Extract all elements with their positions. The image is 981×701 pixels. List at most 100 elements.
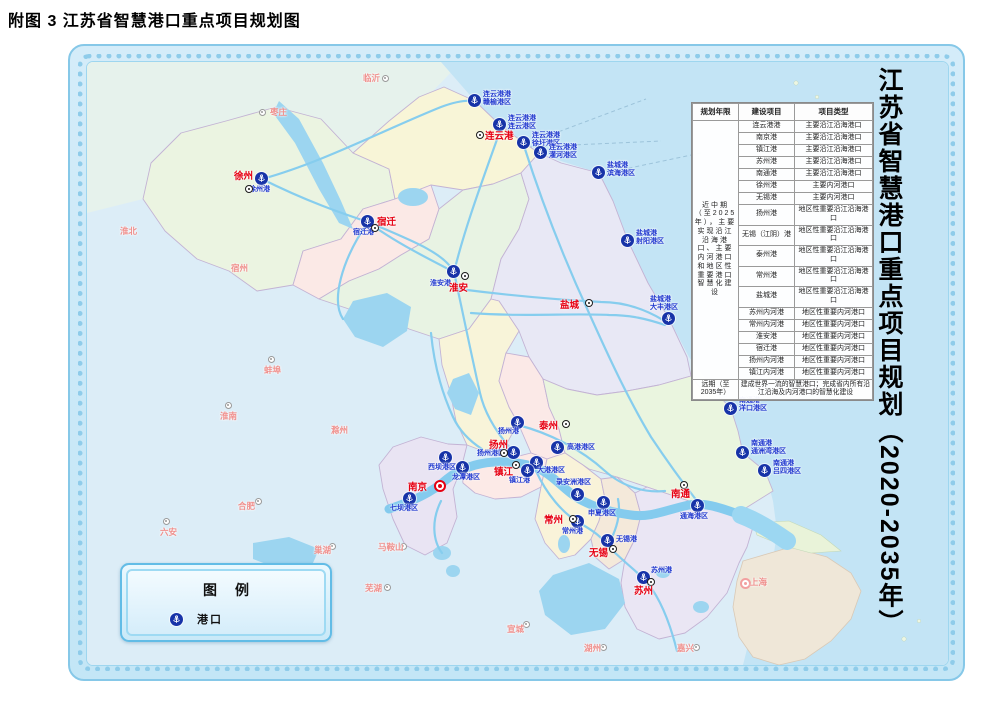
city-label: 滁州 bbox=[331, 424, 348, 436]
city-label: 蚌埠 bbox=[264, 364, 281, 376]
project-type-cell: 主要沿江沿海港口 bbox=[795, 145, 873, 157]
anchor-icon bbox=[170, 613, 183, 626]
city-label: 泰州 bbox=[539, 418, 558, 432]
city-label: 无锡 bbox=[589, 545, 608, 559]
project-type-cell: 主要沿江沿海港口 bbox=[795, 169, 873, 181]
city-label: 临沂 bbox=[363, 72, 380, 84]
project-name-cell: 镇江内河港 bbox=[739, 367, 795, 379]
project-name-cell: 常州港 bbox=[739, 266, 795, 287]
project-type-cell: 地区性重要内河港口 bbox=[795, 331, 873, 343]
plan-table-body: 近中期（至2025年），主要实现沿江沿海港口、主要内河港口和地区性重要港口智慧化… bbox=[693, 121, 873, 380]
city-marker bbox=[585, 299, 593, 307]
legend-item-label: 港口 bbox=[197, 611, 223, 627]
city-label: 枣庄 bbox=[270, 106, 287, 118]
city-marker bbox=[225, 402, 232, 409]
project-name-cell: 淮安港 bbox=[739, 331, 795, 343]
city-label: 湖州 bbox=[584, 642, 601, 654]
project-type-cell: 地区性重要沿江沿海港口 bbox=[795, 225, 873, 246]
long-term-label-cell: 远期（至2035年） bbox=[693, 379, 739, 400]
project-type-cell: 主要沿江沿海港口 bbox=[795, 121, 873, 133]
city-marker bbox=[255, 498, 262, 505]
header-project-type: 项目类型 bbox=[795, 104, 873, 121]
project-type-cell: 地区性重要内河港口 bbox=[795, 319, 873, 331]
project-type-cell: 地区性重要内河港口 bbox=[795, 367, 873, 379]
city-label: 淮安 bbox=[449, 280, 468, 294]
project-name-cell: 徐州港 bbox=[739, 181, 795, 193]
city-label: 宣城 bbox=[507, 623, 524, 635]
city-label: 嘉兴 bbox=[677, 642, 694, 654]
project-name-cell: 扬州港 bbox=[739, 205, 795, 226]
city-label: 六安 bbox=[160, 526, 177, 538]
map-vertical-title: 江苏省智慧港口重点项目规划（2020-2035年） bbox=[874, 67, 904, 653]
project-name-cell: 苏州内河港 bbox=[739, 307, 795, 319]
table-row: 近中期（至2025年），主要实现沿江沿海港口、主要内河港口和地区性重要港口智慧化… bbox=[693, 121, 873, 133]
city-label: 淮北 bbox=[120, 225, 137, 237]
project-type-cell: 地区性重要沿江沿海港口 bbox=[795, 205, 873, 226]
project-type-cell: 主要沿江沿海港口 bbox=[795, 133, 873, 145]
project-name-cell: 南通港 bbox=[739, 169, 795, 181]
city-label: 镇江 bbox=[494, 464, 513, 478]
project-name-cell: 扬州内河港 bbox=[739, 355, 795, 367]
project-name-cell: 连云港港 bbox=[739, 121, 795, 133]
project-name-cell: 苏州港 bbox=[739, 157, 795, 169]
city-label: 上海 bbox=[750, 576, 767, 588]
city-label: 宿州 bbox=[231, 262, 248, 274]
city-label: 连云港 bbox=[485, 128, 514, 142]
city-marker bbox=[268, 356, 275, 363]
planning-map-page: 附图 3 江苏省智慧港口重点项目规划图 bbox=[0, 0, 981, 701]
project-name-cell: 常州内河港 bbox=[739, 319, 795, 331]
city-marker bbox=[384, 584, 391, 591]
city-label: 合肥 bbox=[238, 500, 255, 512]
project-type-cell: 地区性重要内河港口 bbox=[795, 307, 873, 319]
legend-panel: 图例 港口 bbox=[126, 569, 326, 636]
city-marker bbox=[600, 644, 607, 651]
city-marker bbox=[569, 515, 577, 523]
city-marker bbox=[476, 131, 484, 139]
legend-item-port: 港口 bbox=[170, 611, 324, 627]
project-name-cell: 镇江港 bbox=[739, 145, 795, 157]
project-type-cell: 地区性重要内河港口 bbox=[795, 355, 873, 367]
city-label: 马鞍山 bbox=[378, 541, 404, 553]
city-marker bbox=[163, 518, 170, 525]
project-type-cell: 地区性重要沿江沿海港口 bbox=[795, 287, 873, 308]
city-label: 苏州 bbox=[634, 583, 653, 597]
city-marker bbox=[434, 480, 446, 492]
city-marker bbox=[245, 185, 253, 193]
near-term-cell: 近中期（至2025年），主要实现沿江沿海港口、主要内河港口和地区性重要港口智慧化… bbox=[693, 121, 739, 380]
city-marker bbox=[562, 420, 570, 428]
city-label: 常州 bbox=[544, 512, 563, 526]
plan-table: 规划年限 建设项目 项目类型 近中期（至2025年），主要实现沿江沿海港口、主要… bbox=[692, 103, 873, 400]
long-term-text-cell: 建成世界一流的智慧港口；完成省内所有沿江沿海及内河港口的智慧化建设 bbox=[739, 379, 873, 400]
project-name-cell: 无锡（江阴）港 bbox=[739, 225, 795, 246]
project-type-cell: 主要内河港口 bbox=[795, 193, 873, 205]
city-marker bbox=[382, 75, 389, 82]
city-label: 宿迁 bbox=[377, 214, 396, 228]
project-type-cell: 主要内河港口 bbox=[795, 181, 873, 193]
project-name-cell: 南京港 bbox=[739, 133, 795, 145]
project-name-cell: 宿迁港 bbox=[739, 343, 795, 355]
header-project: 建设项目 bbox=[739, 104, 795, 121]
city-label: 南京 bbox=[408, 479, 427, 493]
city-marker bbox=[523, 621, 530, 628]
city-marker bbox=[461, 272, 469, 280]
legend: 图例 港口 bbox=[120, 563, 332, 642]
project-type-cell: 地区性重要沿江沿海港口 bbox=[795, 246, 873, 267]
legend-title: 图例 bbox=[128, 580, 324, 600]
project-type-cell: 地区性重要内河港口 bbox=[795, 343, 873, 355]
city-label: 盐城 bbox=[560, 297, 579, 311]
project-type-cell: 主要沿江沿海港口 bbox=[795, 157, 873, 169]
city-label: 南通 bbox=[671, 486, 690, 500]
header-plan-period: 规划年限 bbox=[693, 104, 739, 121]
project-name-cell: 泰州港 bbox=[739, 246, 795, 267]
project-name-cell: 盐城港 bbox=[739, 287, 795, 308]
city-marker bbox=[512, 461, 520, 469]
project-name-cell: 无锡港 bbox=[739, 193, 795, 205]
city-marker bbox=[609, 545, 617, 553]
city-label: 扬州 bbox=[489, 437, 508, 451]
project-type-cell: 地区性重要沿江沿海港口 bbox=[795, 266, 873, 287]
long-term-row: 远期（至2035年） 建成世界一流的智慧港口；完成省内所有沿江沿海及内河港口的智… bbox=[693, 379, 873, 400]
city-marker bbox=[259, 109, 266, 116]
city-marker bbox=[693, 644, 700, 651]
city-label: 徐州 bbox=[234, 168, 253, 182]
table-header-row: 规划年限 建设项目 项目类型 bbox=[693, 104, 873, 121]
